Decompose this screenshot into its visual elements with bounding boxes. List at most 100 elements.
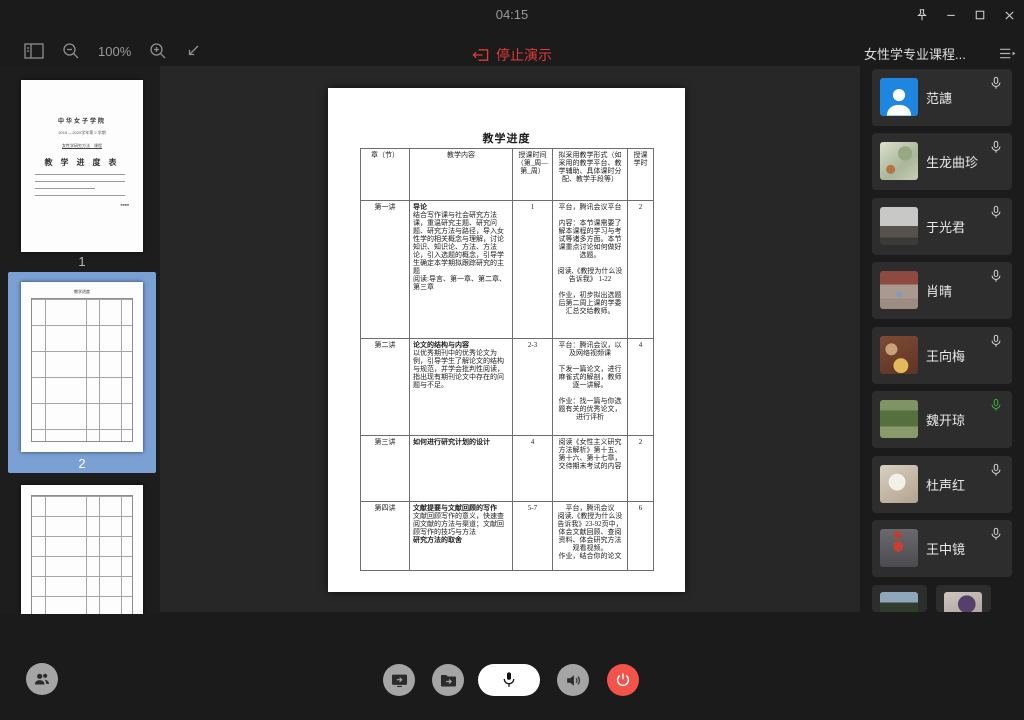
mic-icon[interactable]	[989, 334, 1003, 348]
maximize-icon[interactable]	[973, 8, 987, 22]
list-collapse-icon[interactable]	[999, 47, 1016, 60]
slide-thumbnail-panel: 中华女子学院 2019 —2020学年第 2 学期 女性学研究方法 课程 教 学…	[0, 66, 160, 614]
participant-tile-partial[interactable]	[872, 585, 927, 612]
teaching-schedule-table: 章（节） 教学内容 授课时间（第_周—第_周） 拟采用教学形式（如采用的教学平台…	[360, 148, 654, 571]
presentation-toolbar: 100%	[24, 42, 201, 60]
participant-name: 生龙曲珍	[926, 133, 978, 190]
row-content: 文献提要与文献回顾的写作 文献回顾写作的意义，快速查阅文献的方法与渠道；文献回顾…	[410, 502, 513, 571]
cover-date-line: ■■■■	[21, 203, 129, 207]
content-title: 如何进行研究计划的设计	[413, 438, 509, 446]
content-title: 导论	[413, 203, 509, 211]
mini-table-preview	[31, 298, 133, 442]
presentation-canvas: 教学进度 章（节） 教学内容 授课时间（第_周—第_周） 拟采用教学形式（如采用…	[160, 66, 860, 612]
person-icon	[882, 84, 916, 116]
painting-photo-avatar	[880, 142, 918, 180]
stop-presenting-button[interactable]: 停止演示	[472, 45, 552, 65]
mic-icon[interactable]	[989, 140, 1003, 154]
participant-list: 范譓 生龙曲珍 于光君	[860, 66, 1024, 612]
participant-card[interactable]: 肖晴	[872, 262, 1012, 319]
cover-line	[35, 174, 125, 175]
purple-hair-portrait-photo-avatar	[944, 592, 982, 612]
mic-icon[interactable]	[989, 269, 1003, 283]
mic-icon[interactable]	[989, 463, 1003, 477]
zoom-in-icon[interactable]	[149, 42, 167, 60]
content-title: 论文的结构与内容	[413, 341, 509, 349]
person-on-steps-photo-avatar	[880, 271, 918, 309]
participant-card[interactable]: 杜声红	[872, 456, 1012, 513]
thumbnail-panel-icon[interactable]	[24, 43, 44, 59]
row-time: 5-7	[513, 502, 553, 571]
green-trees-photo-avatar	[880, 400, 918, 438]
participant-card[interactable]: 王向梅	[872, 327, 1012, 384]
minimize-icon[interactable]	[944, 8, 958, 22]
mic-icon[interactable]	[989, 76, 1003, 90]
thumbnail-page-3[interactable]	[21, 485, 143, 614]
row-hours: 2	[628, 201, 654, 339]
cover-line	[35, 188, 95, 189]
row-form: 阅读《女性主义研究方法解析》第十五、第十六、第十七章，交待期末考试的内容	[553, 436, 628, 502]
participant-tile-partial[interactable]	[936, 585, 991, 612]
participant-name: 王向梅	[926, 327, 965, 384]
participant-card[interactable]: 范譓	[872, 69, 1012, 126]
mic-active-icon[interactable]	[989, 398, 1003, 412]
row-form: 平台：腾讯会议，以及网络视频课 下发一篇论文，进行麻雀式的解剖，教师逐一讲解。 …	[553, 339, 628, 436]
header-content: 教学内容	[410, 149, 513, 201]
header-chapter: 章（节）	[361, 149, 410, 201]
rocks-landscape-photo-avatar	[880, 207, 918, 245]
field-trees-photo-avatar	[880, 592, 918, 612]
window-controls	[915, 0, 1016, 30]
row-chapter: 第四讲	[361, 502, 410, 571]
table-row: 第四讲 文献提要与文献回顾的写作 文献回顾写作的意义，快速查阅文献的方法与渠道；…	[361, 502, 654, 571]
participants-button[interactable]	[26, 663, 58, 695]
share-screen-button[interactable]	[383, 664, 415, 696]
cover-line	[35, 181, 125, 182]
birthday-cake-photo-avatar	[880, 336, 918, 374]
zoom-out-icon[interactable]	[62, 42, 80, 60]
thumbnail-page-1[interactable]: 中华女子学院 2019 —2020学年第 2 学期 女性学研究方法 课程 教 学…	[21, 80, 143, 252]
thumbnail-page-2[interactable]: 教学进度	[21, 282, 143, 452]
stop-presenting-label: 停止演示	[496, 45, 552, 65]
participant-card[interactable]: 于光君	[872, 198, 1012, 255]
pin-icon[interactable]	[915, 8, 929, 22]
pointer-tool-icon[interactable]	[185, 43, 201, 59]
content-title-2: 研究方法的取舍	[413, 536, 509, 544]
row-form: 平台，腾讯会议平台 内容：本节课需要了解本课程的学习与考试等诸多方面。本节课重点…	[553, 201, 628, 339]
cover-term: 2019 —2020学年第 2 学期	[21, 130, 143, 136]
row-time: 2-3	[513, 339, 553, 436]
mic-icon[interactable]	[989, 527, 1003, 541]
close-icon[interactable]	[1002, 8, 1016, 22]
mic-button[interactable]	[478, 664, 540, 696]
row-hours: 4	[628, 339, 654, 436]
participant-card[interactable]: 生龙曲珍	[872, 133, 1012, 190]
table-row: 第三讲 如何进行研究计划的设计 4 阅读《女性主义研究方法解析》第十五、第十六、…	[361, 436, 654, 502]
white-dog-photo-avatar	[880, 465, 918, 503]
header-time: 授课时间（第_周—第_周）	[513, 149, 553, 201]
titlebar: 04:15	[0, 0, 1024, 30]
document-page: 教学进度 章（节） 教学内容 授课时间（第_周—第_周） 拟采用教学形式（如采用…	[328, 88, 685, 592]
leave-meeting-button[interactable]	[607, 664, 639, 696]
speaker-button[interactable]	[557, 664, 589, 696]
mic-icon[interactable]	[989, 205, 1003, 219]
zoom-level-value: 100%	[98, 44, 131, 59]
content-body: 文献回顾写作的意义，快速查阅文献的方法与渠道；文献回顾写作的技巧与方法	[413, 512, 509, 536]
content-body: 以优秀期刊中的优秀论文为例，引导学生了解论文的结构与规范，并学会批判性阅读，指出…	[413, 349, 509, 389]
mini-doc-title: 教学进度	[21, 289, 143, 295]
row-time: 1	[513, 201, 553, 339]
participant-card[interactable]: 魏开琼	[872, 391, 1012, 448]
participant-card[interactable]: 王中镜	[872, 520, 1012, 577]
meeting-timer: 04:15	[0, 7, 1024, 22]
row-content: 导论 结合写作课与社会研究方法课，重温研究主题、研究问题、研究方法与路径，导入女…	[410, 201, 513, 339]
table-row: 第二讲 论文的结构与内容 以优秀期刊中的优秀论文为例，引导学生了解论文的结构与规…	[361, 339, 654, 436]
participant-name: 范譓	[926, 69, 952, 126]
document-title: 教学进度	[328, 88, 685, 146]
power-icon	[614, 671, 632, 689]
cover-page-preview: 中华女子学院 2019 —2020学年第 2 学期 女性学研究方法 课程 教 学…	[21, 116, 143, 252]
cover-title: 教 学 进 度 表	[21, 157, 143, 168]
header-hours: 授课学时	[628, 149, 654, 201]
share-file-button[interactable]	[432, 664, 464, 696]
table-header-row: 章（节） 教学内容 授课时间（第_周—第_周） 拟采用教学形式（如采用的教学平台…	[361, 149, 654, 201]
cover-school-name: 中华女子学院	[21, 116, 143, 125]
page-number-1: 1	[21, 254, 143, 269]
stop-presenting-icon	[472, 48, 489, 62]
participant-name: 杜声红	[926, 456, 965, 513]
